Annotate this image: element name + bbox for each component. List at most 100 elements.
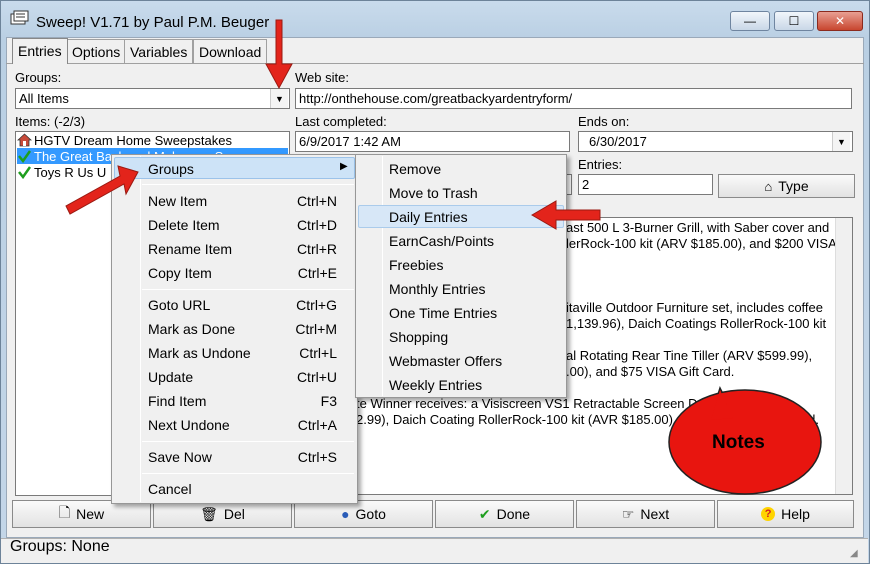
help-button[interactable]: ? Help <box>717 500 854 528</box>
menu-item-rename-item[interactable]: Rename Item <box>148 241 232 257</box>
menu-item-cancel[interactable]: Cancel <box>148 481 192 497</box>
checkmark-icon <box>17 165 32 180</box>
minimize-button[interactable]: — <box>730 11 770 31</box>
menu-shortcut: Ctrl+A <box>297 417 337 433</box>
type-button-label: Type <box>778 178 809 194</box>
close-button[interactable]: ✕ <box>817 11 863 31</box>
annotation-arrow-down-icon <box>265 19 293 90</box>
menu-separator <box>142 184 354 185</box>
notes-callout-label: Notes <box>712 432 765 453</box>
submenu-item-move-to-trash[interactable]: Move to Trash <box>389 185 478 201</box>
menu-shortcut: F3 <box>320 393 337 409</box>
submenu-item-weekly-entries[interactable]: Weekly Entries <box>389 377 482 393</box>
last-completed-field[interactable]: 6/9/2017 1:42 AM <box>295 131 570 152</box>
house-icon <box>16 133 33 147</box>
goto-button-label: Goto <box>355 506 386 522</box>
notes-line: itaville Outdoor Furniture set, includes… <box>566 300 824 315</box>
menu-shortcut: Ctrl+U <box>296 369 337 385</box>
resize-grip-icon[interactable]: ◢ <box>850 548 858 559</box>
tab-download[interactable]: Download <box>193 39 268 63</box>
menu-item-new-item[interactable]: New Item <box>148 193 207 209</box>
new-button-label: New <box>76 506 105 522</box>
submenu-item-webmaster-offers[interactable]: Webmaster Offers <box>389 353 502 369</box>
globe-icon: ● <box>341 506 350 522</box>
annotation-arrow-groups-icon <box>65 165 139 215</box>
window-title: Sweep! V1.71 by Paul P.M. Beuger <box>36 14 270 31</box>
groups-label: Groups: <box>15 70 62 85</box>
submenu-item-monthly-entries[interactable]: Monthly Entries <box>389 281 485 297</box>
ends-on-date-picker[interactable]: 6/30/2017 <box>578 131 853 152</box>
broom-app-icon <box>10 10 30 26</box>
entries-input[interactable]: 2 <box>578 174 713 195</box>
tab-divider <box>6 63 864 64</box>
notes-line: 1,139.96), Daich Coatings RollerRock-100… <box>566 316 827 331</box>
menu-item-copy-item[interactable]: Copy Item <box>148 265 212 281</box>
groups-chevron-down-icon[interactable]: ▼ <box>270 89 288 108</box>
done-button[interactable]: ✔ Done <box>435 500 574 528</box>
submenu-item-freebies[interactable]: Freebies <box>389 257 443 273</box>
submenu-item-one-time-entries[interactable]: One Time Entries <box>389 305 497 321</box>
help-button-label: Help <box>781 506 810 522</box>
website-label: Web site: <box>295 70 349 85</box>
chevron-right-icon: ▶ <box>340 161 348 172</box>
menu-item-save-now[interactable]: Save Now <box>148 449 212 465</box>
menu-shortcut: Ctrl+M <box>295 321 337 337</box>
page-icon: 🗋 <box>58 504 71 520</box>
question-icon: ? <box>761 507 776 521</box>
new-button[interactable]: 🗋 New <box>12 500 151 528</box>
menu-separator <box>142 441 354 442</box>
groups-dropdown-value: All Items <box>19 91 69 106</box>
menu-shortcut: Ctrl+G <box>296 297 337 313</box>
done-button-label: Done <box>496 506 531 522</box>
tab-options[interactable]: Options <box>66 39 127 63</box>
next-button[interactable]: ☞ Next <box>576 500 715 528</box>
submenu-item-earncash-points[interactable]: EarnCash/Points <box>389 233 494 249</box>
notes-line: al Rotating Rear Tine Tiller (ARV $599.9… <box>566 348 813 363</box>
maximize-button[interactable]: ☐ <box>774 11 814 31</box>
submenu-item-daily-entries[interactable]: Daily Entries <box>389 209 468 225</box>
pointing-hand-icon: ☞ <box>621 505 635 522</box>
menu-shortcut: Ctrl+L <box>299 345 337 361</box>
menu-shortcut: Ctrl+R <box>296 241 337 257</box>
status-text: Groups: None <box>10 538 110 555</box>
menu-shortcut: Ctrl+S <box>297 449 337 465</box>
submenu-item-remove[interactable]: Remove <box>389 161 441 177</box>
menu-item-mark-as-undone[interactable]: Mark as Undone <box>148 345 251 361</box>
ends-on-chevron-down-icon[interactable]: ▼ <box>832 132 850 151</box>
checkmark-icon: ✔ <box>478 505 491 522</box>
menu-item-goto-url[interactable]: Goto URL <box>148 297 210 313</box>
type-button[interactable]: ⌂ Type <box>718 174 855 198</box>
list-item[interactable]: HGTV Dream Home Sweepstakes <box>34 133 232 149</box>
menu-separator <box>142 473 354 474</box>
entries-label: Entries: <box>578 157 623 172</box>
menu-item-mark-as-done[interactable]: Mark as Done <box>148 321 235 337</box>
status-bar <box>1 538 868 563</box>
submenu-item-shopping[interactable]: Shopping <box>389 329 448 345</box>
notes-line: lerRock-100 kit (ARV $185.00), and $200 … <box>566 236 837 251</box>
tag-icon: ⌂ <box>764 178 773 194</box>
menu-shortcut: Ctrl+N <box>296 193 337 209</box>
submenu-gutter <box>382 156 383 396</box>
last-completed-label: Last completed: <box>295 114 387 129</box>
notes-scrollbar[interactable] <box>835 218 852 494</box>
items-label: Items: (-2/3) <box>15 114 86 129</box>
menu-item-delete-item[interactable]: Delete Item <box>148 217 220 233</box>
menu-separator <box>142 289 354 290</box>
website-input[interactable]: http://onthehouse.com/greatbackyardentry… <box>295 88 852 109</box>
menu-item-groups-label: Groups <box>148 161 194 177</box>
tab-entries[interactable]: Entries <box>12 38 68 64</box>
menu-shortcut: Ctrl+E <box>297 265 337 281</box>
goto-button[interactable]: ● Goto <box>294 500 433 528</box>
delete-button-label: Del <box>223 506 245 522</box>
delete-button[interactable]: 🗑 Del <box>153 500 292 528</box>
trash-icon: 🗑 <box>200 505 218 522</box>
notes-line: ast 500 L 3-Burner Grill, with Saber cov… <box>566 220 830 235</box>
groups-dropdown[interactable]: All Items <box>15 88 290 109</box>
menu-item-update[interactable]: Update <box>148 369 193 385</box>
menu-item-next-undone[interactable]: Next Undone <box>148 417 230 433</box>
menu-shortcut: Ctrl+D <box>296 217 337 233</box>
annotation-arrow-daily-entries-icon <box>531 200 601 230</box>
menu-item-find-item[interactable]: Find Item <box>148 393 206 409</box>
next-button-label: Next <box>640 506 670 522</box>
tab-variables[interactable]: Variables <box>124 39 194 63</box>
